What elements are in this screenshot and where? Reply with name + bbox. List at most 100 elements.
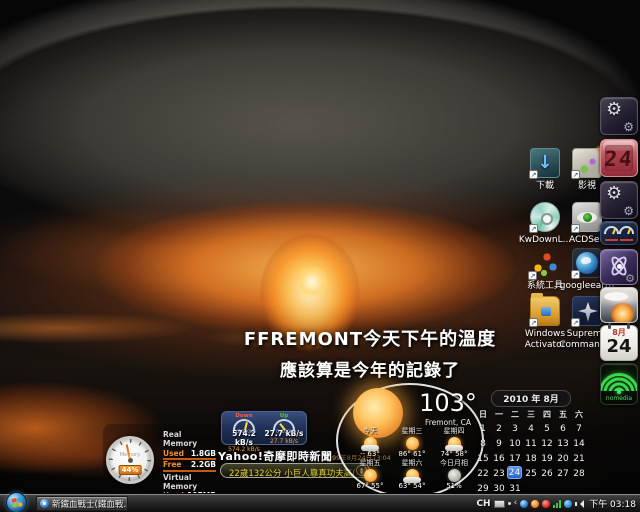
windows-logo-icon (11, 497, 22, 507)
toolbox-icon: ↗ (530, 248, 560, 278)
desktop: FFREMONT今天下午的溫度 應該算是今年的記錄了 ↗ 下載 ↗ 影視 ↗ K… (0, 0, 640, 512)
security-tray-icon[interactable] (542, 500, 550, 508)
lcd-gloss (603, 141, 635, 151)
calendar-day: 20 (555, 451, 571, 466)
calendar-day: 10 (507, 436, 523, 451)
upload-meter: Up 0 100KB 27.7 kB/s 27.7 kB/s (264, 413, 304, 445)
shortcut-arrow-icon: ↗ (571, 318, 580, 327)
wifi-icon (601, 367, 637, 391)
taskbar-clock[interactable]: 下午 03:18 (589, 497, 636, 510)
shortcut-arrow-icon: ↗ (529, 224, 538, 233)
gadget-gears-top[interactable] (600, 97, 638, 135)
network-gadget[interactable]: Down 0 1000KB 574.2 kB/s 574.2 kB/s Up 0… (221, 411, 307, 445)
real-used-row: Used 1.8GB (163, 449, 216, 460)
calendar-widget[interactable]: 2010 年 8月 日 一 二 三 四 五 六 1 2 3 4 5 6 7 8 … (470, 390, 592, 496)
acdsee-eye-icon: ↗ (572, 202, 602, 232)
memory-gauge-icon: Memory 44% (106, 436, 154, 484)
download-gauge-icon: 0 1000KB (233, 419, 255, 430)
calendar-day: 2 (491, 421, 507, 436)
calendar-day: 12 (539, 436, 555, 451)
wifi-network-name: nomedia (601, 395, 637, 402)
gadget-gears-bottom[interactable] (600, 181, 638, 219)
forecast-cell-moon: 今日月相 51% (433, 460, 475, 490)
memory-gadget[interactable]: Memory 44% Real Memory Used 1.8GB Free 2… (103, 424, 219, 498)
app-icon (40, 499, 49, 508)
calendar-day: 3 (507, 421, 523, 436)
downloader-tray-icon[interactable] (531, 500, 539, 508)
caption-line-2: 應該算是今年的記錄了 (140, 356, 600, 381)
forecast-cell-wed: 星期三 86° 61° (391, 428, 433, 458)
weekday: 四 (539, 409, 555, 420)
language-indicator[interactable]: CH (476, 499, 490, 509)
forecast-cell-sat: 星期六 63° 54° (391, 460, 433, 490)
news-headline-link[interactable]: 22歲132公分 小巨人靠真功夫高(自由) (229, 467, 357, 479)
globe-icon: ↗ (572, 248, 602, 278)
weekday: 日 (475, 409, 491, 420)
mini-gauge-down-icon (604, 226, 619, 234)
calendar-day: 26 (539, 466, 555, 481)
calendar-weekdays: 日 一 二 三 四 五 六 (470, 409, 592, 420)
weekday: 五 (555, 409, 571, 420)
calendar-day-selected: 24 (507, 466, 522, 479)
taskbar-app-button[interactable]: 新鐵血戰士(鐵血戰... (36, 496, 128, 511)
weekday: 六 (571, 409, 587, 420)
calendar-title: 2010 年 8月 (491, 390, 571, 407)
gauge-hub-icon (128, 458, 133, 463)
moon-icon (448, 469, 461, 482)
real-memory-title: Real Memory (163, 430, 216, 449)
tray-dot-icon (508, 502, 511, 505)
start-button[interactable] (6, 492, 27, 512)
calendar-day: 28 (571, 466, 587, 481)
gadget-lcd-clock[interactable]: 24 (600, 139, 638, 177)
calendar-day: 1 (475, 421, 491, 436)
calendar-day: 7 (571, 421, 587, 436)
calendar-day: 23 (491, 466, 507, 481)
memory-percent-badge: 44% (119, 465, 142, 475)
messenger-tray-icon[interactable] (520, 500, 528, 508)
calendar-day: 21 (571, 451, 587, 466)
shortcut-arrow-icon: ↗ (529, 170, 538, 179)
calendar-day: 17 (507, 451, 523, 466)
calendar-day: 18 (523, 451, 539, 466)
tray-collapse-arrow-icon[interactable]: ‹ (514, 499, 518, 508)
forecast-grid: 今天 -- 63° 星期三 86° 61° 星期四 74° 58° 星期五 67… (349, 428, 475, 490)
system-tray: CH ‹ 下午 03:18 (476, 494, 636, 512)
calendar-day: 19 (539, 451, 555, 466)
shortcut-arrow-icon: ↗ (528, 271, 537, 280)
calendar-day: 14 (571, 436, 587, 451)
forecast-cell-thu: 星期四 74° 58° (433, 428, 475, 458)
sun-cloud-icon (406, 469, 419, 482)
forecast-cell-fri: 星期五 67° 55° (349, 460, 391, 490)
gadget-calendar-day: 24 (601, 338, 637, 356)
sun-icon (364, 469, 377, 482)
forecast-cell-today: 今天 -- 63° (349, 428, 391, 458)
weekday: 一 (491, 409, 507, 420)
shortcut-arrow-icon: ↗ (571, 170, 580, 179)
calendar-days: 1 2 3 4 5 6 7 8 9 10 11 12 13 14 15 16 1… (470, 421, 592, 496)
media-pictures-icon: ↗ (572, 148, 602, 178)
gadget-calendar[interactable]: 8月 24 (600, 325, 638, 361)
shortcut-arrow-icon: ↗ (571, 224, 580, 233)
gadget-wifi[interactable]: nomedia (600, 363, 638, 405)
keyboard-icon[interactable] (494, 500, 505, 508)
upload-subvalue: 27.7 kB/s (264, 439, 304, 445)
calendar-day: 8 (475, 436, 491, 451)
sun-cloud-icon (448, 437, 461, 450)
calendar-day: 22 (475, 466, 491, 481)
sun-cloud-icon (364, 437, 377, 450)
calendar-day: 13 (555, 436, 571, 451)
gadget-mini-gauges[interactable] (600, 221, 638, 245)
gadget-weather[interactable] (600, 287, 638, 323)
weather-widget[interactable]: 103° Fremont, CA 今天 -- 63° 星期三 86° 61° 星… (336, 383, 484, 498)
mini-gauge-up-icon (619, 226, 634, 234)
atom-nucleus-icon (617, 264, 622, 269)
calendar-day: 25 (523, 466, 539, 481)
calendar-day: 9 (491, 436, 507, 451)
volume-icon[interactable] (575, 500, 584, 508)
update-tray-icon[interactable] (564, 500, 572, 508)
disc-icon: ↗ (530, 202, 560, 232)
gadget-atom-tools[interactable] (600, 249, 638, 285)
calendar-day: 16 (491, 451, 507, 466)
network-signal-icon[interactable] (553, 500, 561, 508)
shortcut-arrow-icon: ↗ (529, 318, 538, 327)
